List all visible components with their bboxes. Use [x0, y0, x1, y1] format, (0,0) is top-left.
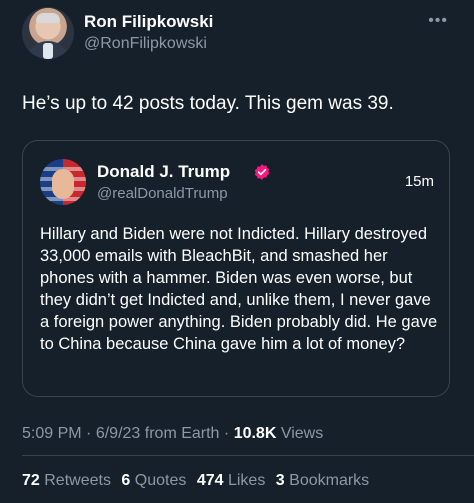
- retweets-count: 72: [22, 472, 40, 489]
- likes-count: 474: [196, 472, 224, 489]
- tweet-time[interactable]: 5:09 PM: [22, 425, 82, 442]
- meta-separator: ·: [86, 425, 96, 442]
- tweet: Ron Filipkowski @RonFilipkowski ••• He’s…: [0, 0, 474, 503]
- divider: [22, 455, 474, 456]
- verified-badge-icon: [254, 164, 270, 180]
- meta-separator: ·: [223, 425, 234, 442]
- more-options-icon[interactable]: •••: [428, 12, 448, 30]
- retweets-label: Retweets: [44, 472, 111, 489]
- quoted-author-name[interactable]: Donald J. Trump: [97, 162, 230, 182]
- quoted-author-avatar[interactable]: [40, 159, 86, 205]
- bookmarks-stat[interactable]: 3 Bookmarks: [276, 472, 369, 489]
- tweet-date[interactable]: 6/9/23: [96, 425, 140, 442]
- author-handle[interactable]: @RonFilipkowski: [84, 35, 207, 53]
- quotes-stat[interactable]: 6 Quotes: [121, 472, 186, 489]
- likes-stat[interactable]: 474 Likes: [197, 472, 266, 489]
- retweets-stat[interactable]: 72 Retweets: [22, 472, 111, 489]
- bookmarks-label: Bookmarks: [289, 472, 370, 489]
- engagement-stats: 72 Retweets 6 Quotes 474 Likes 3 Bookmar…: [22, 472, 375, 490]
- views-count[interactable]: 10.8K: [234, 425, 277, 442]
- bookmarks-count: 3: [275, 472, 285, 489]
- quotes-label: Quotes: [134, 472, 187, 489]
- tweet-source: from Earth: [144, 425, 220, 442]
- quoted-tweet-text: Hillary and Biden were not Indicted. Hil…: [40, 225, 438, 353]
- quotes-count: 6: [121, 472, 131, 489]
- author-name[interactable]: Ron Filipkowski: [84, 12, 213, 32]
- views-label: Views: [280, 425, 324, 442]
- author-avatar[interactable]: [22, 7, 74, 59]
- quoted-author-handle[interactable]: @realDonaldTrump: [97, 185, 228, 202]
- tweet-meta: 5:09 PM · 6/9/23 from Earth · 10.8K View…: [22, 425, 323, 443]
- likes-label: Likes: [227, 472, 266, 489]
- quoted-tweet[interactable]: Donald J. Trump @realDonaldTrump 15m Hil…: [22, 140, 450, 397]
- tweet-text: He’s up to 42 posts today. This gem was …: [22, 93, 394, 114]
- quoted-timestamp[interactable]: 15m: [405, 173, 434, 190]
